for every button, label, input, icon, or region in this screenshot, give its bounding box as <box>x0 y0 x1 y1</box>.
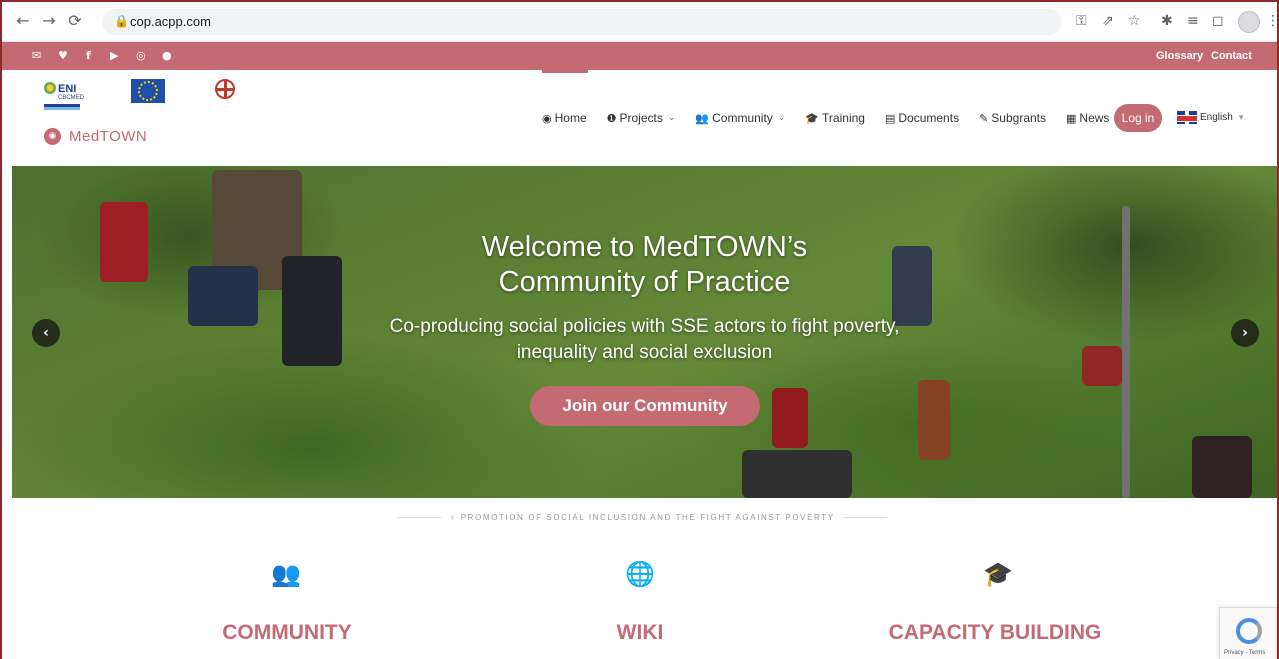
media-icon[interactable]: ≡ <box>1187 13 1199 29</box>
hero-subtitle-line: inequality and social exclusion <box>516 342 773 363</box>
browser-toolbar: ← → ⟳ 🔒 cop.acpp.com ⚿ ⇗ ☆ ✱ ≡ ◻ ⋮ <box>2 2 1277 42</box>
graduation-cap-icon[interactable]: 🎓 <box>968 560 1028 588</box>
chevron-down-icon: ⌄ <box>777 113 786 123</box>
nav-community[interactable]: 👥 Community ⌄ <box>695 111 785 125</box>
profile-icon[interactable] <box>1238 11 1260 33</box>
hero-title: Welcome to MedTOWN’s Community of Practi… <box>12 230 1277 300</box>
youtube-icon[interactable]: ▶ <box>110 49 118 62</box>
contact-link[interactable]: Contact <box>1211 50 1252 62</box>
main-nav: ◉ Home ❶ Projects ⌄ 👥 Community ⌄ 🎓 Trai… <box>542 111 1129 125</box>
hero-subtitle: Co-producing social policies with SSE ac… <box>12 314 1277 366</box>
graduation-icon: 🎓 <box>805 111 820 125</box>
recaptcha-badge[interactable]: Privacy - Terms <box>1219 607 1277 659</box>
globe-network-icon[interactable]: 🌐 <box>610 560 670 588</box>
feature-wiki-title[interactable]: WIKI <box>570 621 710 645</box>
nav-label: Community <box>712 111 773 125</box>
nav-label: Home <box>554 111 587 125</box>
eni-cbcmed-logo[interactable]: ENI CBCMED <box>44 82 104 112</box>
cbcmed-logo-text: CBCMED <box>58 95 85 101</box>
recaptcha-icon <box>1236 618 1262 644</box>
tagline-text: ♀ PROMOTION OF SOCIAL INCLUSION AND THE … <box>449 512 835 522</box>
eni-logo-text: ENI <box>58 83 77 95</box>
twitter-icon[interactable]: ♥ <box>58 49 68 62</box>
users-icon[interactable]: 👥 <box>256 560 316 588</box>
feature-community-title[interactable]: COMMUNITY <box>192 621 382 645</box>
brand[interactable]: ◉ MedTOWN <box>44 126 147 146</box>
eu-flag-logo[interactable] <box>131 79 165 103</box>
sidepanel-icon[interactable]: ◻ <box>1212 13 1224 29</box>
language-label: English <box>1200 112 1233 123</box>
chevron-down-icon: ▾ <box>1238 112 1244 123</box>
top-bar: ✉ ♥ f ▶ ◎ ● Glossary Contact <box>2 42 1277 70</box>
lock-icon[interactable]: 🔒 <box>114 14 129 28</box>
chevron-down-icon: ⌄ <box>667 113 676 123</box>
info-icon: ❶ <box>606 111 617 125</box>
forward-icon[interactable]: → <box>40 12 58 30</box>
section-tagline: ♀ PROMOTION OF SOCIAL INCLUSION AND THE … <box>382 510 902 524</box>
hero-carousel: Welcome to MedTOWN’s Community of Practi… <box>12 166 1277 498</box>
facebook-icon[interactable]: f <box>86 49 91 62</box>
nav-projects[interactable]: ❶ Projects ⌄ <box>607 111 676 125</box>
extensions-icon[interactable]: ✱ <box>1161 13 1173 29</box>
glossary-link[interactable]: Glossary <box>1156 50 1203 62</box>
divider <box>842 516 887 518</box>
nav-home[interactable]: ◉ Home <box>542 111 587 125</box>
url-text[interactable]: cop.acpp.com <box>130 14 211 29</box>
active-accent <box>542 70 588 73</box>
edit-icon: ✎ <box>979 111 989 125</box>
document-icon: ▤ <box>884 111 896 125</box>
nav-label: Projects <box>619 111 663 125</box>
nav-label: News <box>1079 111 1110 125</box>
menu-icon[interactable]: ⋮ <box>1266 13 1277 29</box>
share-icon[interactable]: ⇗ <box>1102 13 1114 29</box>
newspaper-icon: ▦ <box>1066 111 1077 125</box>
sardinia-logo[interactable] <box>215 79 235 101</box>
medtown-logo-icon: ◉ <box>44 127 61 145</box>
join-community-button[interactable]: Join our Community <box>530 386 760 426</box>
hero-title-line: Community of Practice <box>498 266 791 298</box>
site-header: ENI CBCMED ◉ MedTOWN ◉ Home ❶ Projects ⌄… <box>2 70 1277 166</box>
star-icon[interactable]: ☆ <box>1128 13 1141 29</box>
key-icon[interactable]: ⚿ <box>1076 13 1087 29</box>
carousel-next-icon[interactable]: › <box>1231 319 1259 347</box>
login-button[interactable]: Log in <box>1114 104 1162 132</box>
reload-icon[interactable]: ⟳ <box>66 12 84 30</box>
hero-title-line: Welcome to MedTOWN’s <box>481 231 808 263</box>
carousel-prev-icon[interactable]: ‹ <box>32 319 60 347</box>
back-icon[interactable]: ← <box>14 12 32 30</box>
nav-news[interactable]: ▦ News <box>1066 111 1109 125</box>
language-selector[interactable]: English ▾ <box>1177 111 1243 124</box>
browser-window: ← → ⟳ 🔒 cop.acpp.com ⚿ ⇗ ☆ ✱ ≡ ◻ ⋮ ✉ ♥ f… <box>0 0 1279 659</box>
hero-subtitle-line: Co-producing social policies with SSE ac… <box>389 316 900 337</box>
brand-name: MedTOWN <box>69 127 148 145</box>
nav-label: Training <box>822 111 865 125</box>
tagline-label: PROMOTION OF SOCIAL INCLUSION AND THE FI… <box>460 512 835 522</box>
instagram-icon[interactable]: ◎ <box>136 49 146 62</box>
recaptcha-text[interactable]: Privacy - Terms <box>1224 650 1265 656</box>
nav-label: Subgrants <box>991 111 1046 125</box>
nav-label: Documents <box>898 111 960 125</box>
target-icon: ◉ <box>542 111 552 125</box>
feature-capacity-title[interactable]: CAPACITY BUILDING <box>870 621 1120 645</box>
nav-documents[interactable]: ▤ Documents <box>885 111 959 125</box>
nav-training[interactable]: 🎓 Training <box>805 111 865 125</box>
uk-flag-icon <box>1177 111 1197 124</box>
nav-subgrants[interactable]: ✎ Subgrants <box>979 111 1046 125</box>
divider <box>397 516 442 518</box>
mail-icon[interactable]: ✉ <box>32 49 41 62</box>
web-icon[interactable]: ● <box>162 49 172 62</box>
users-icon: 👥 <box>695 111 710 125</box>
address-bar[interactable]: 🔒 cop.acpp.com <box>102 9 1062 35</box>
